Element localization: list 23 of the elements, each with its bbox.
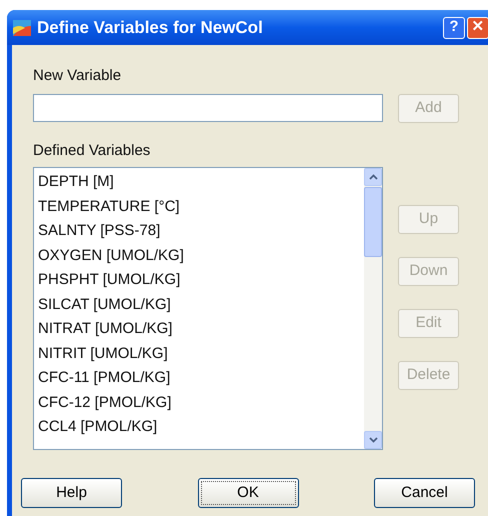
list-item[interactable]: NITRIT [UMOL/KG] <box>38 342 364 366</box>
list-item[interactable]: SILCAT [UMOL/KG] <box>38 292 364 317</box>
list-item[interactable]: CFC-11 [PMOL/KG] <box>38 366 364 390</box>
dialog-button[interactable]: OK <box>198 478 298 508</box>
scrollbar[interactable] <box>364 168 382 449</box>
field-label: New Variable <box>33 66 122 86</box>
list-item[interactable]: TEMPERATURE [°C] <box>38 194 364 219</box>
list-item[interactable]: DEPTH [M] <box>38 170 364 194</box>
help-button[interactable]: ? <box>443 16 465 38</box>
close-button[interactable]: ✕ <box>467 16 488 38</box>
input-field[interactable] <box>33 94 383 122</box>
list-item[interactable]: PHSPHT [UMOL/KG] <box>38 268 364 292</box>
dialog-button[interactable]: Cancel <box>374 478 475 508</box>
list-item[interactable]: OXYGEN [UMOL/KG] <box>38 244 364 268</box>
list-item[interactable]: CFC-12 [PMOL/KG] <box>38 390 364 415</box>
app-icon <box>13 20 31 36</box>
list-label: Defined Variables <box>33 140 152 160</box>
scroll-thumb[interactable] <box>364 187 382 257</box>
list-item[interactable]: SALNTY [PSS-78] <box>38 219 364 244</box>
window-title: Define Variables for NewCol <box>37 16 264 39</box>
list-item[interactable]: CCL4 [PMOL/KG] <box>38 415 364 440</box>
dialog-button[interactable]: Help <box>21 478 122 508</box>
list-item[interactable]: NITRAT [UMOL/KG] <box>38 317 364 342</box>
